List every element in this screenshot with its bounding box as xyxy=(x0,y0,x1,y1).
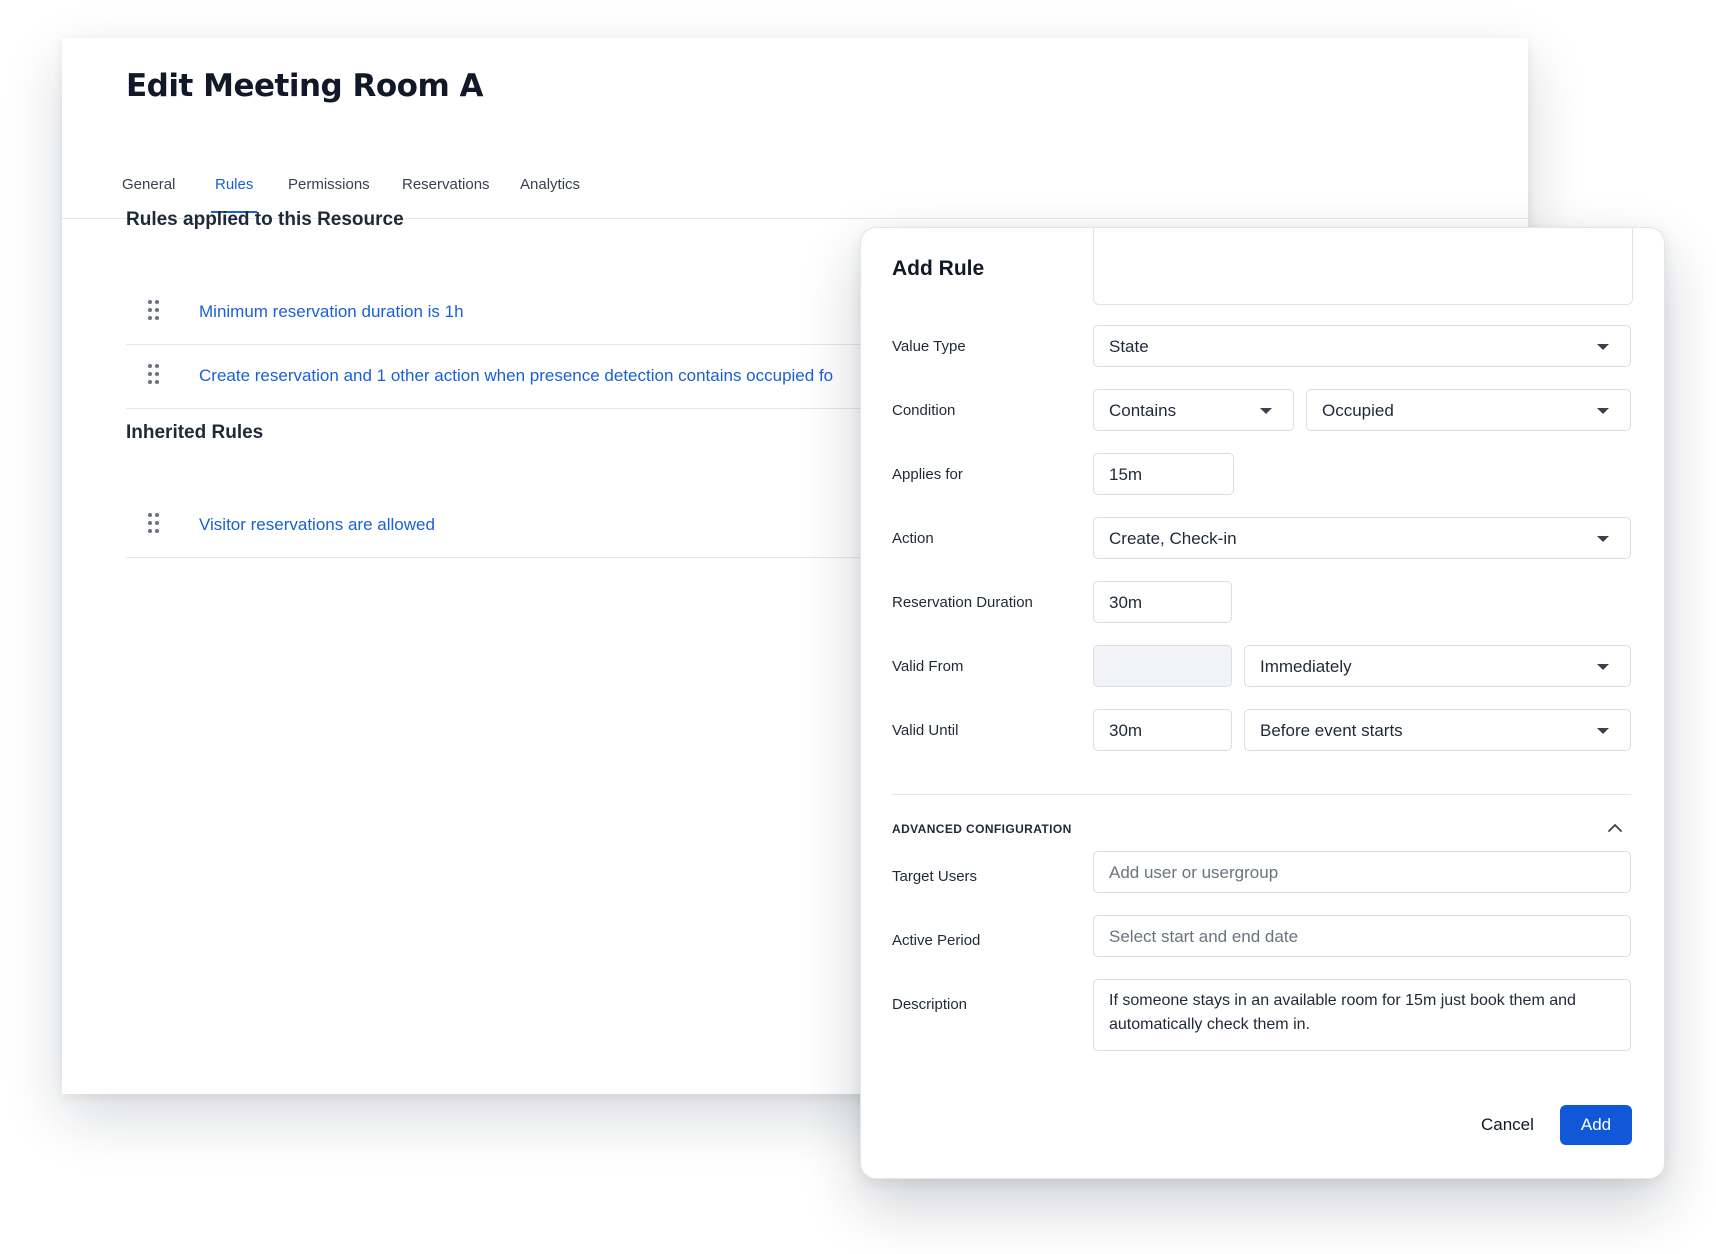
applies-for-value: 15m xyxy=(1109,465,1143,484)
applies-for-label: Applies for xyxy=(892,466,963,483)
value-type-select[interactable]: State xyxy=(1093,325,1631,367)
reservation-duration-input[interactable]: 30m xyxy=(1093,581,1232,623)
add-button[interactable]: Add xyxy=(1560,1105,1632,1145)
value-type-value: State xyxy=(1109,337,1149,356)
tab-rules[interactable]: Rules xyxy=(211,176,258,213)
target-users-placeholder: Add user or usergroup xyxy=(1109,863,1279,882)
dialog-title: Add Rule xyxy=(892,257,985,280)
description-value: If someone stays in an available room fo… xyxy=(1109,992,1576,1033)
active-period-label: Active Period xyxy=(892,932,981,949)
valid-from-label: Valid From xyxy=(892,658,964,675)
applied-rules-heading: Rules applied to this Resource xyxy=(126,209,404,230)
value-type-label: Value Type xyxy=(892,338,966,355)
caret-down-icon xyxy=(1597,536,1609,542)
advanced-config-heading: ADVANCED CONFIGURATION xyxy=(892,822,1072,836)
condition-value: Occupied xyxy=(1322,401,1394,420)
description-textarea[interactable]: If someone stays in an available room fo… xyxy=(1093,979,1631,1051)
applies-for-input[interactable]: 15m xyxy=(1093,453,1234,495)
cancel-button[interactable]: Cancel xyxy=(1467,1105,1548,1145)
rule-link[interactable]: Create reservation and 1 other action wh… xyxy=(199,366,833,386)
drag-handle-icon[interactable] xyxy=(148,300,160,322)
valid-from-mode-select[interactable]: Immediately xyxy=(1244,645,1631,687)
rule-link[interactable]: Minimum reservation duration is 1h xyxy=(199,302,464,322)
condition-label: Condition xyxy=(892,402,956,419)
condition-operator-value: Contains xyxy=(1109,401,1177,420)
action-label: Action xyxy=(892,530,934,547)
valid-until-input[interactable]: 30m xyxy=(1093,709,1232,751)
tab-analytics[interactable]: Analytics xyxy=(516,176,584,211)
rule-row[interactable]: Create reservation and 1 other action wh… xyxy=(126,344,986,409)
valid-until-label: Valid Until xyxy=(892,722,959,739)
tab-permissions[interactable]: Permissions xyxy=(284,176,374,211)
valid-from-input xyxy=(1093,645,1232,687)
scrolled-field[interactable] xyxy=(1093,228,1633,305)
target-users-input[interactable]: Add user or usergroup xyxy=(1093,851,1631,893)
rule-row[interactable]: Minimum reservation duration is 1h xyxy=(126,280,986,345)
caret-down-icon xyxy=(1597,728,1609,734)
active-period-input[interactable]: Select start and end date xyxy=(1093,915,1631,957)
description-label: Description xyxy=(892,996,968,1013)
page-title: Edit Meeting Room A xyxy=(126,68,484,104)
caret-down-icon xyxy=(1260,408,1272,414)
caret-down-icon xyxy=(1597,664,1609,670)
reservation-duration-value: 30m xyxy=(1109,593,1143,612)
valid-from-mode-value: Immediately xyxy=(1260,657,1352,676)
caret-down-icon xyxy=(1597,344,1609,350)
rule-row[interactable]: Visitor reservations are allowed xyxy=(126,493,986,558)
condition-value-select[interactable]: Occupied xyxy=(1306,389,1631,431)
active-period-placeholder: Select start and end date xyxy=(1109,927,1299,946)
chevron-up-icon[interactable] xyxy=(1605,820,1625,836)
action-select[interactable]: Create, Check-in xyxy=(1093,517,1631,559)
reservation-duration-label: Reservation Duration xyxy=(892,594,1033,611)
drag-handle-icon[interactable] xyxy=(148,364,160,386)
valid-until-mode-select[interactable]: Before event starts xyxy=(1244,709,1631,751)
tab-reservations[interactable]: Reservations xyxy=(398,176,494,211)
target-users-label: Target Users xyxy=(892,868,978,885)
add-rule-dialog: Add Rule Value Type State Condition Cont… xyxy=(860,227,1665,1179)
valid-until-value: 30m xyxy=(1109,721,1143,740)
caret-down-icon xyxy=(1597,408,1609,414)
drag-handle-icon[interactable] xyxy=(148,513,160,535)
tab-bar: General Rules Permissions Reservations A… xyxy=(62,138,1528,219)
valid-until-mode-value: Before event starts xyxy=(1260,721,1403,740)
inherited-rules-heading: Inherited Rules xyxy=(126,422,264,443)
rule-link[interactable]: Visitor reservations are allowed xyxy=(199,515,435,535)
section-divider xyxy=(892,794,1631,795)
condition-operator-select[interactable]: Contains xyxy=(1093,389,1294,431)
action-value: Create, Check-in xyxy=(1109,529,1237,548)
tab-general[interactable]: General xyxy=(118,176,179,211)
